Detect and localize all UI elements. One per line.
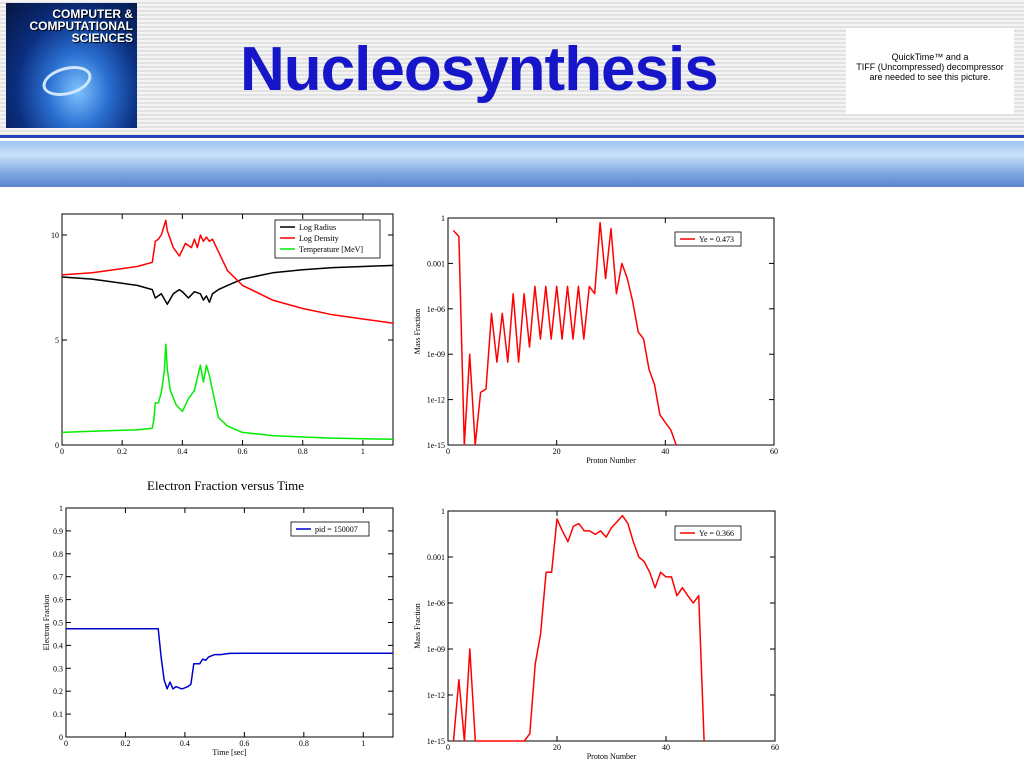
logo-text: COMPUTER & COMPUTATIONAL SCIENCES [23, 8, 133, 44]
y-tick-label: 1e-09 [427, 350, 445, 359]
chart-mass-fraction-ye-0366: 0 20 40 60 1e-15 1e-12 1e-09 1e-06 0.001 1 Proton … [413, 507, 779, 761]
legend-label: Log Density [299, 234, 339, 243]
logo-line: SCIENCES [71, 31, 133, 45]
plot-area [65, 507, 394, 738]
x-tick-label: 20 [553, 743, 561, 752]
y-tick-label: 1e-06 [427, 599, 445, 608]
y-tick-label: 1e-12 [427, 396, 445, 405]
y-axis-title: Mass Fraction [413, 309, 422, 355]
x-tick-label: 40 [661, 447, 669, 456]
x-tick-label: 0 [60, 447, 64, 456]
y-tick-label: 0.2 [53, 687, 63, 696]
header-divider-band [0, 135, 1024, 187]
chart-title-electron-fraction: Electron Fraction versus Time [147, 478, 305, 493]
x-tick-label: 0.8 [299, 739, 309, 748]
x-tick-label: 0 [446, 743, 450, 752]
x-tick-label: 0.8 [298, 447, 308, 456]
x-tick-label: 0.2 [117, 447, 127, 456]
y-tick-label: 1 [59, 504, 63, 513]
y-tick-label: 0.5 [53, 619, 63, 628]
page-title: Nucleosynthesis [240, 35, 719, 104]
y-tick-label: 0.7 [53, 573, 63, 582]
y-tick-label: 0 [55, 441, 59, 450]
y-tick-label: 1e-15 [427, 737, 445, 746]
y-tick-label: 5 [55, 336, 59, 345]
x-axis-title: Proton Number [587, 752, 637, 761]
quicktime-message: QuickTime™ and a TIFF (Uncompressed) dec… [846, 52, 1014, 82]
x-tick-label: 0.4 [177, 447, 187, 456]
x-tick-label: 0 [446, 447, 450, 456]
y-tick-label: 0.9 [53, 527, 63, 536]
x-tick-label: 0.4 [180, 739, 190, 748]
x-tick-label: 0 [64, 739, 68, 748]
y-axis-title: Mass Fraction [413, 603, 422, 649]
x-tick-label: 0.6 [238, 447, 248, 456]
x-tick-label: 1 [361, 739, 365, 748]
quicktime-line: QuickTime™ and a [891, 52, 969, 62]
y-tick-label: 0.6 [53, 596, 63, 605]
y-tick-label: 0 [59, 733, 63, 742]
y-tick-label: 1e-15 [427, 441, 445, 450]
y-tick-label: 0.001 [427, 259, 445, 268]
quicktime-line: are needed to see this picture. [869, 72, 991, 82]
legend-label: Ye = 0.473 [699, 235, 734, 244]
chart-mass-fraction-ye-0473: 0 20 40 60 1e-15 1e-12 1e-09 1e-06 0.001 1 Proton … [413, 214, 778, 465]
x-tick-label: 60 [771, 743, 779, 752]
y-tick-label: 1e-06 [427, 305, 445, 314]
quicktime-line: TIFF (Uncompressed) decompressor [856, 62, 1004, 72]
y-tick-label: 0.1 [53, 710, 63, 719]
y-tick-label: 0.4 [53, 641, 63, 650]
chart-hydro-conditions: 0 0.2 0.4 0.6 0.8 10510Log RadiusLog DensityT… [51, 213, 394, 456]
x-tick-label: 40 [662, 743, 670, 752]
plot-area [447, 217, 775, 446]
plot-area [447, 510, 776, 742]
logo: COMPUTER & COMPUTATIONAL SCIENCES [6, 3, 137, 128]
legend-label: pid = 150007 [315, 525, 358, 534]
x-axis-title: Time [sec] [212, 748, 246, 757]
x-tick-label: 60 [770, 447, 778, 456]
x-tick-label: 1 [361, 447, 365, 456]
x-axis-title: Proton Number [586, 456, 636, 465]
y-tick-label: 0.3 [53, 664, 63, 673]
legend-label: Temperature [MeV] [299, 245, 363, 254]
legend-label: Ye = 0.366 [699, 529, 734, 538]
x-tick-label: 20 [553, 447, 561, 456]
y-tick-label: 1 [441, 507, 445, 516]
x-tick-label: 0.6 [239, 739, 249, 748]
y-tick-label: 10 [51, 231, 59, 240]
legend-label: Log Radius [299, 223, 336, 232]
y-tick-label: 1e-12 [427, 691, 445, 700]
logo-swirl-icon [39, 61, 95, 101]
header-banner: COMPUTER & COMPUTATIONAL SCIENCES Nucleo… [0, 0, 1024, 135]
chart-electron-fraction: 0 0.2 0.4 0.6 0.8 1 0 0.1 0.2 0.3 0.4 0.5 0.6 0.7 0.8 0… [42, 504, 394, 757]
y-axis-title: Electron Fraction [42, 595, 51, 651]
y-tick-label: 1 [441, 214, 445, 223]
y-tick-label: 0.8 [53, 550, 63, 559]
quicktime-placeholder: QuickTime™ and a TIFF (Uncompressed) dec… [846, 28, 1014, 114]
y-tick-label: 1e-09 [427, 645, 445, 654]
y-tick-label: 0.001 [427, 553, 445, 562]
x-tick-label: 0.2 [120, 739, 130, 748]
